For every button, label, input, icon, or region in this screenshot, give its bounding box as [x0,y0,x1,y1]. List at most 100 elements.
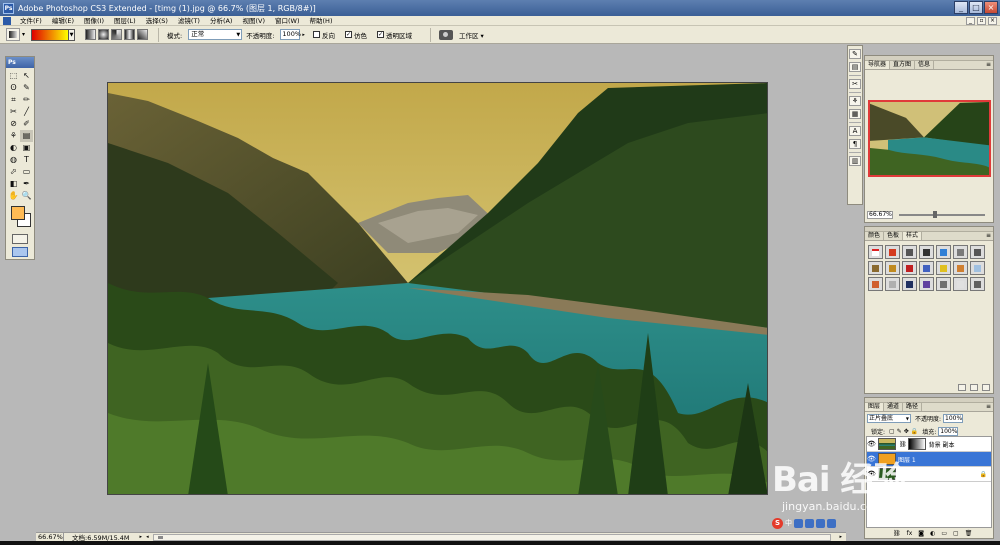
crop-tool-icon[interactable]: ⌗ [7,94,20,106]
visibility-eye-icon[interactable]: 👁 [867,440,876,448]
tab-color[interactable]: 颜色 [865,232,885,240]
lock-all-icon[interactable]: 🔒 [911,428,918,435]
gradient-picker-dropdown[interactable]: ▼ [69,28,76,41]
style-swatch[interactable] [953,277,968,291]
gradient-tool-preset-icon[interactable] [6,28,20,41]
menu-window[interactable]: 窗口(W) [270,16,305,26]
shape-tool-icon[interactable]: ▭ [20,166,33,178]
lasso-tool-icon[interactable]: ʘ [7,82,20,94]
scroll-left-icon[interactable]: ◂ [146,534,149,540]
tab-layers[interactable]: 图层 [865,403,885,411]
tab-navigator[interactable]: 导航器 [865,61,891,69]
style-swatch[interactable] [919,277,934,291]
paragraph-panel-icon[interactable]: ¶ [849,139,861,149]
layer-mask-thumbnail[interactable] [907,438,926,450]
menu-analysis[interactable]: 分析(A) [205,16,238,26]
new-style-icon[interactable] [970,384,978,391]
panel-menu-icon[interactable]: ≡ [986,61,993,69]
marquee-tool-icon[interactable]: ⬚ [7,70,20,82]
style-swatch[interactable] [902,245,917,259]
path-selection-tool-icon[interactable]: ⬀ [7,166,20,178]
navigator-zoom-input[interactable]: 66.67% [867,211,893,219]
close-button[interactable]: × [984,1,998,14]
brushes-panel-icon[interactable]: ✎ [849,49,861,59]
eyedropper-tool-icon[interactable]: ✒ [20,178,33,190]
document-canvas[interactable] [107,82,768,495]
opacity-dropdown-icon[interactable]: ▸ [302,32,305,38]
linear-gradient-icon[interactable] [85,29,97,40]
hand-tool-icon[interactable]: ✋ [7,190,20,202]
menu-view[interactable]: 视图(V) [237,16,270,26]
maximize-button[interactable]: □ [969,1,983,14]
clear-style-icon[interactable] [958,384,966,391]
tool-preset-dropdown-icon[interactable]: ▾ [22,31,25,38]
screen-mode-icon[interactable] [12,247,28,257]
slice-tool-icon[interactable]: ✏ [20,94,33,106]
ime-settings-icon[interactable] [816,518,825,528]
character-panel-icon[interactable]: A [849,126,861,136]
gradient-tool-icon[interactable]: ▤ [20,130,33,142]
menu-file[interactable]: 文件(F) [15,16,47,26]
sogou-ime-icon[interactable]: S [772,517,783,529]
ime-skin-icon[interactable] [827,518,836,528]
doc-restore-button[interactable]: ▫ [977,17,986,25]
healing-tool-icon[interactable]: ✂ [7,106,20,118]
document-icon[interactable] [3,16,11,25]
doc-minimize-button[interactable]: _ [966,17,975,25]
menu-image[interactable]: 图像(I) [79,16,109,26]
notes-panel-icon[interactable]: ▥ [849,156,861,166]
lock-transparent-icon[interactable]: ▢ [889,428,895,435]
radial-gradient-icon[interactable] [98,29,110,40]
style-swatch[interactable] [953,245,968,259]
style-swatch[interactable] [953,261,968,275]
navigator-zoom-slider[interactable] [899,211,985,218]
dodge-tool-icon[interactable]: ▣ [20,142,33,154]
workspace-camera-icon[interactable] [438,29,453,40]
foreground-color-swatch[interactable] [11,206,25,220]
panel-menu-icon[interactable]: ≡ [986,403,993,411]
actions-panel-icon[interactable]: ▦ [849,109,861,119]
style-swatch[interactable] [970,277,985,291]
style-swatch[interactable] [868,245,883,259]
layer-opacity-input[interactable]: 100% [943,414,964,423]
transparency-checkbox[interactable]: ✓ [376,31,384,38]
style-swatch[interactable] [936,277,951,291]
blend-mode-select[interactable]: 正常 [188,29,243,40]
type-tool-icon[interactable]: T [20,154,33,166]
style-swatch[interactable] [936,245,951,259]
style-swatch[interactable] [885,277,900,291]
tab-paths[interactable]: 路径 [903,403,923,411]
style-swatch[interactable] [868,261,883,275]
tab-swatches[interactable]: 色板 [884,232,904,240]
dither-checkbox[interactable]: ✓ [344,31,352,38]
tab-channels[interactable]: 通道 [884,403,904,411]
tab-info[interactable]: 信息 [915,61,935,69]
move-tool-icon[interactable]: ↖ [20,70,33,82]
doc-close-button[interactable]: × [988,17,997,25]
clone-stamp-tool-icon[interactable]: ⊘ [7,118,20,130]
opacity-input[interactable]: 100% [280,29,301,40]
diamond-gradient-icon[interactable] [137,29,149,40]
menu-layer[interactable]: 图层(L) [109,16,141,26]
style-swatch[interactable] [885,261,900,275]
delete-style-icon[interactable] [982,384,990,391]
minimize-button[interactable]: _ [954,1,968,14]
ime-punctuation-icon[interactable] [794,518,803,528]
panel-menu-icon[interactable]: ≡ [986,232,993,240]
lock-position-icon[interactable]: ✥ [904,428,909,435]
pen-tool-icon[interactable]: ◍ [7,154,20,166]
menu-edit[interactable]: 编辑(E) [47,16,79,26]
style-swatch[interactable] [885,245,900,259]
style-swatch[interactable] [936,261,951,275]
style-swatch[interactable] [902,277,917,291]
horizontal-scrollbar[interactable] [152,533,832,541]
ime-keyboard-icon[interactable] [805,518,814,528]
magic-wand-tool-icon[interactable]: ✎ [20,82,33,94]
fill-input[interactable]: 100% [938,427,959,436]
blur-tool-icon[interactable]: ◐ [7,142,20,154]
layer-blend-mode-select[interactable]: 正片叠底 [867,414,911,423]
workspace-menu[interactable]: 工作区 ▾ [459,30,484,40]
style-swatch[interactable] [919,261,934,275]
lock-image-icon[interactable]: ✎ [897,428,902,435]
tool-presets-panel-icon[interactable]: ▤ [849,62,861,72]
